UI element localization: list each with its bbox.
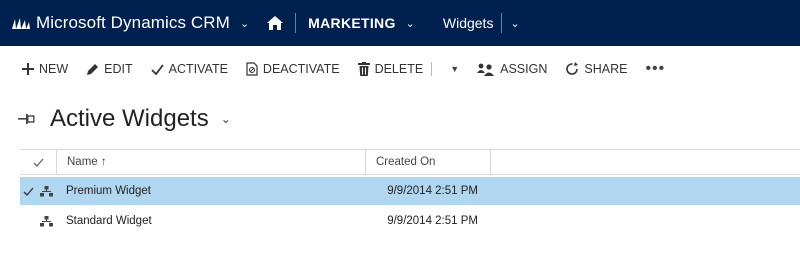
trash-icon (357, 62, 370, 76)
delete-split-divider (431, 62, 433, 76)
cell-name[interactable]: Standard Widget (56, 215, 364, 227)
nav-separator (501, 13, 503, 33)
edit-button[interactable]: EDIT (86, 62, 133, 76)
share-icon (566, 62, 579, 75)
chevron-down-icon[interactable]: ⌄ (406, 17, 415, 30)
delete-label: DELETE (374, 62, 424, 76)
deactivate-document-icon (246, 62, 258, 76)
view-selector-title[interactable]: Active Widgets (50, 105, 209, 133)
column-header-name[interactable]: Name ↑ (57, 150, 366, 174)
activate-button[interactable]: ACTIVATE (151, 62, 228, 76)
edit-label: EDIT (104, 62, 133, 76)
grid-header: Name ↑ Created On (20, 149, 800, 175)
nav-separator (295, 13, 297, 33)
share-button[interactable]: SHARE (565, 62, 627, 76)
select-all-checkbox[interactable] (20, 150, 57, 174)
records-grid: Name ↑ Created On Premium Widget 9/9/201… (0, 149, 800, 235)
checkmark-icon (23, 187, 33, 196)
chevron-down-icon[interactable]: ⌄ (510, 17, 519, 30)
cell-name[interactable]: Premium Widget (56, 185, 364, 197)
app-name: Microsoft Dynamics CRM (36, 13, 230, 32)
more-commands-button[interactable]: ••• (645, 60, 665, 78)
new-label: NEW (39, 62, 69, 76)
new-button[interactable]: NEW (22, 62, 68, 76)
cell-created-on: 9/9/2014 2:51 PM (387, 185, 478, 197)
caret-down-icon[interactable]: ▼ (450, 64, 459, 74)
deactivate-label: DEACTIVATE (262, 62, 340, 76)
checkmark-icon (151, 63, 164, 75)
pin-icon[interactable] (18, 113, 36, 125)
row-checkbox[interactable] (20, 187, 36, 196)
share-label: SHARE (584, 62, 628, 76)
assign-people-icon (477, 63, 495, 76)
entity-breadcrumb[interactable]: Widgets (443, 15, 494, 31)
deactivate-button[interactable]: DEACTIVATE (246, 62, 340, 76)
table-row[interactable]: Standard Widget 9/9/2014 2:51 PM (20, 207, 800, 235)
column-header-created-on[interactable]: Created On (366, 150, 491, 174)
pencil-icon (87, 63, 99, 75)
app-switcher[interactable]: Microsoft Dynamics CRM ⌄ (0, 13, 249, 33)
area-selector[interactable]: MARKETING (308, 15, 395, 31)
assign-label: ASSIGN (500, 62, 548, 76)
home-button[interactable] (267, 16, 284, 30)
dynamics-logo-icon (12, 18, 30, 29)
delete-button[interactable]: DELETE (357, 62, 441, 76)
cell-created-on: 9/9/2014 2:51 PM (387, 215, 478, 227)
plus-icon (22, 63, 34, 75)
top-navigation-bar: Microsoft Dynamics CRM ⌄ MARKETING ⌄ Wid… (0, 0, 800, 46)
table-row[interactable]: Premium Widget 9/9/2014 2:51 PM (20, 177, 800, 205)
chevron-down-icon[interactable]: ⌄ (221, 112, 231, 126)
assign-button[interactable]: ASSIGN (477, 62, 547, 76)
command-bar: NEW EDIT ACTIVATE DEACTIVATE DELETE ▼ AS… (0, 46, 800, 93)
checkmark-icon (33, 158, 43, 167)
hierarchy-icon[interactable] (36, 185, 56, 197)
activate-label: ACTIVATE (168, 62, 228, 76)
hierarchy-icon[interactable] (36, 215, 56, 227)
chevron-down-icon: ⌄ (239, 17, 250, 30)
view-header: Active Widgets ⌄ (0, 93, 800, 145)
home-icon (267, 16, 284, 30)
